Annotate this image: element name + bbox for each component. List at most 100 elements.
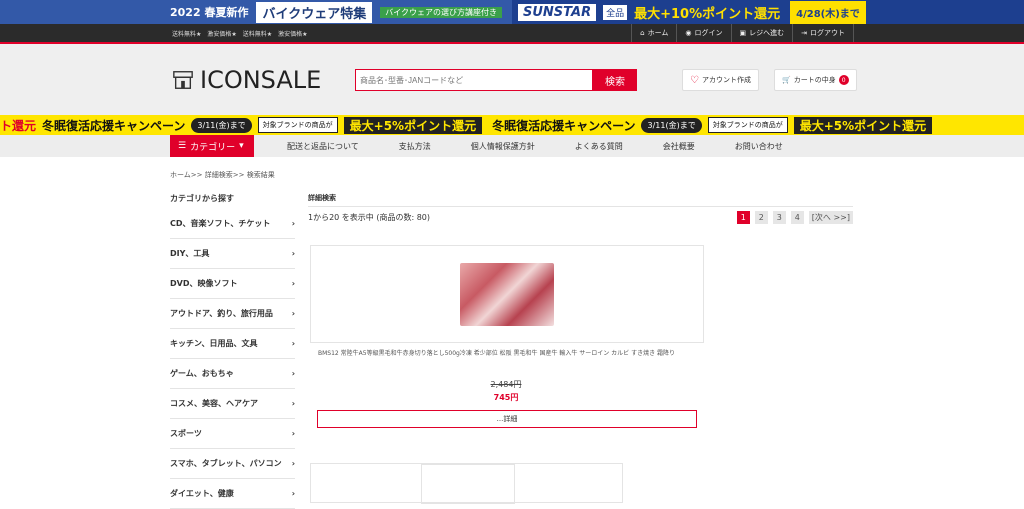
bike-feature-label: バイクウェア特集 — [256, 1, 373, 23]
promo-brand-label: 対象ブランドの商品が — [257, 117, 338, 133]
account-create-button[interactable]: ♡ アカウント作成 — [682, 69, 759, 91]
sidebar-item-label: スポーツ — [170, 429, 202, 438]
sidebar-item[interactable]: キッチン、日用品、文具 › — [170, 329, 295, 359]
sidebar-item-label: キッチン、日用品、文具 — [170, 339, 258, 348]
page-1-button[interactable]: 1 — [736, 211, 750, 224]
chevron-right-icon: › — [291, 489, 295, 498]
nav-link-faq[interactable]: よくある質問 — [575, 141, 623, 152]
product-card[interactable] — [310, 245, 704, 343]
top-utility-bar: 送料無料★ 激安価格★ 送料無料★ 激安価格★ ⌂ ホーム ◉ ログイン ▣ レジへ進… — [0, 24, 1024, 42]
logo-text: ICONSALE — [200, 66, 322, 94]
category-button-label: カテゴリー — [190, 142, 236, 153]
feature-tag: 送料無料★ — [172, 30, 202, 38]
promo-banner[interactable]: ト還元 冬眠復活応援キャンペーン 3/11(金)まで 対象ブランドの商品が 最大… — [0, 115, 1024, 135]
page-4-button[interactable]: 4 — [790, 211, 804, 224]
feature-tag: 激安価格★ — [278, 30, 308, 38]
sidebar-item-label: ダイエット、健康 — [170, 489, 234, 498]
nav-link-company[interactable]: 会社概要 — [663, 141, 695, 152]
points-label: 最大+10%ポイント還元 — [634, 6, 781, 22]
home-icon: ⌂ — [640, 29, 645, 37]
breadcrumb[interactable]: ホーム>> 詳細検索>> 検索結果 — [170, 170, 275, 180]
nav-link-shipping[interactable]: 配送と返品について — [287, 141, 359, 152]
chevron-right-icon: › — [291, 399, 295, 408]
nav-link-contact[interactable]: お問い合わせ — [735, 141, 783, 152]
product-image[interactable] — [460, 262, 554, 326]
sunstar-logo: SUNSTAR — [518, 3, 597, 21]
chevron-right-icon: › — [291, 279, 295, 288]
sidebar-item[interactable]: スマホ、タブレット、パソコン › — [170, 449, 295, 479]
pagination: 1 2 3 4 [次へ >>] — [736, 211, 853, 224]
chevron-right-icon: › — [291, 309, 295, 318]
login-link-label: ログイン — [694, 29, 723, 37]
heart-icon: ♡ — [690, 74, 699, 86]
search-button[interactable]: 検索 — [593, 69, 637, 91]
sidebar-item-label: DIY、工具 — [170, 249, 210, 258]
sidebar-item-label: ゲーム、おもちゃ — [170, 369, 234, 378]
search-input[interactable] — [355, 69, 593, 91]
product-image[interactable] — [421, 464, 515, 504]
original-price: 2,484円 — [490, 380, 522, 389]
site-logo[interactable]: ICONSALE — [172, 66, 321, 94]
sidebar-item-label: アウトドア、釣り、旅行用品 — [170, 309, 273, 318]
feature-tag: 送料無料★ — [242, 30, 273, 38]
product-name[interactable]: BMS12 常陸牛A5等級黒毛和牛赤身切り落とし500g冷凍 希少部位 松阪 黒… — [318, 348, 702, 357]
cart-count-badge: 0 — [838, 75, 849, 85]
nav-link-privacy[interactable]: 個人情報保護方針 — [471, 141, 535, 152]
page-3-button[interactable]: 3 — [772, 211, 786, 224]
promo-date: 3/11(金)まで — [641, 117, 702, 133]
shop-icon — [173, 71, 193, 89]
top-banner[interactable]: 2022 春夏新作 バイクウェア特集 バイクウェアの選び方講座付き SUNSTA… — [0, 0, 1024, 24]
detail-button[interactable]: ...詳細 — [317, 410, 697, 428]
sidebar-title: カテゴリから探す — [170, 194, 234, 203]
register-link-label: レジへ進む — [749, 29, 785, 37]
chevron-right-icon: › — [291, 219, 295, 228]
page-2-button[interactable]: 2 — [754, 211, 768, 224]
login-link[interactable]: ◉ ログイン — [676, 24, 730, 42]
sunstar-campaign-banner[interactable]: SUNSTAR 全品 最大+10%ポイント還元 4/28(木)まで — [512, 0, 1024, 24]
sidebar-item[interactable]: ダイエット、健康 › — [170, 479, 295, 509]
sidebar-item-label: スマホ、タブレット、パソコン — [170, 459, 282, 468]
sidebar-item-label: コスメ、美容、ヘアケア — [170, 399, 258, 408]
search-bar: 検索 — [355, 69, 637, 91]
register-link[interactable]: ▣ レジへ進む — [730, 24, 793, 42]
sidebar-item[interactable]: ゲーム、おもちゃ › — [170, 359, 295, 389]
results-count: 1から20 を表示中 (商品の数: 80) — [308, 213, 431, 222]
promo-fragment: ト還元 — [0, 118, 37, 133]
sidebar-item-label: CD、音楽ソフト、チケット — [170, 219, 271, 228]
product-prices: 2,484円 745円 — [308, 379, 704, 403]
sidebar-item-label: DVD、映像ソフト — [170, 279, 238, 288]
home-link[interactable]: ⌂ ホーム — [631, 24, 676, 42]
category-sidebar: カテゴリから探す CD、音楽ソフト、チケット › DIY、工具 › DVD、映像ソフ… — [170, 193, 295, 509]
sale-price: 745円 — [493, 393, 519, 402]
chevron-right-icon: › — [291, 339, 295, 348]
register-icon: ▣ — [739, 29, 747, 37]
date-label: 4/28(木)まで — [790, 0, 866, 24]
cart-button[interactable]: 🛒 カートの中身 0 — [774, 69, 857, 91]
sidebar-item[interactable]: スポーツ › — [170, 419, 295, 449]
account-create-label: アカウント作成 — [701, 76, 751, 84]
menu-icon: ☰ — [178, 141, 187, 151]
zenpin-label: 全品 — [602, 3, 629, 21]
chevron-right-icon: › — [291, 249, 295, 258]
sidebar-item[interactable]: DVD、映像ソフト › — [170, 269, 295, 299]
cart-label: カートの中身 — [793, 76, 836, 84]
logout-link-label: ログアウト — [810, 29, 845, 37]
nav-link-payment[interactable]: 支払方法 — [399, 141, 431, 152]
next-page-button[interactable]: [次へ >>] — [808, 211, 853, 224]
promo-points: 最大+5%ポイント還元 — [793, 116, 933, 134]
section-title: 詳細検索 — [308, 193, 853, 207]
sidebar-item[interactable]: CD、音楽ソフト、チケット › — [170, 209, 295, 239]
product-card[interactable] — [310, 463, 623, 504]
user-icon: ◉ — [685, 29, 692, 37]
sidebar-item[interactable]: コスメ、美容、ヘアケア › — [170, 389, 295, 419]
bike-campaign-banner[interactable]: 2022 春夏新作 バイクウェア特集 バイクウェアの選び方講座付き — [0, 0, 512, 24]
chevron-down-icon: ▾ — [239, 141, 244, 151]
sidebar-item[interactable]: アウトドア、釣り、旅行用品 › — [170, 299, 295, 329]
cart-icon: 🛒 — [782, 76, 791, 84]
logout-link[interactable]: ⇥ ログアウト — [792, 24, 854, 42]
results-info: 1から20 を表示中 (商品の数: 80) 1 2 3 4 [次へ >>] — [308, 211, 853, 224]
sidebar-item[interactable]: DIY、工具 › — [170, 239, 295, 269]
category-dropdown-button[interactable]: ☰ カテゴリー ▾ — [170, 135, 254, 157]
chevron-right-icon: › — [291, 369, 295, 378]
category-nav-links: 配送と返品について 支払方法 個人情報保護方針 よくある質問 会社概要 お問い合… — [287, 135, 823, 157]
